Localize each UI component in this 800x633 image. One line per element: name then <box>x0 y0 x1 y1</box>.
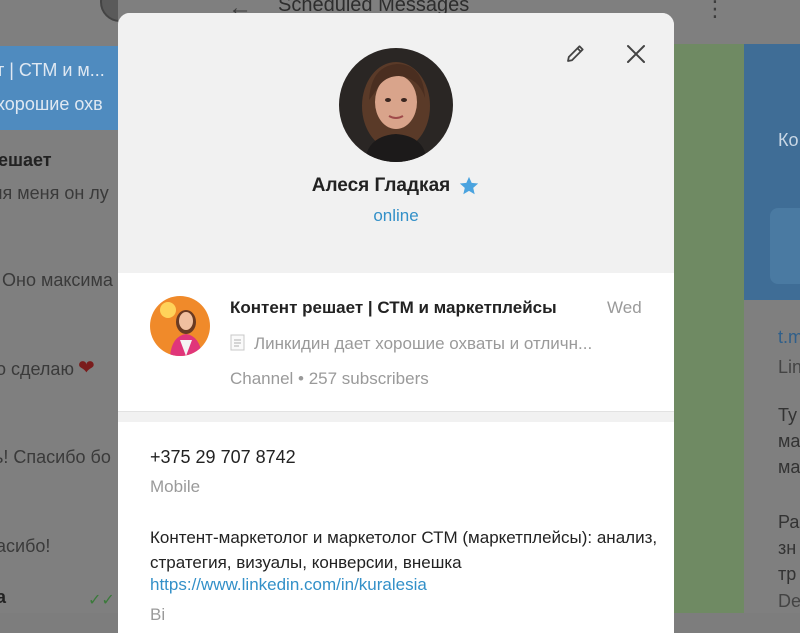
online-status: online <box>373 206 419 225</box>
user-profile-dialog: Алеся Гладкая online Контент решает | СТ… <box>118 13 674 633</box>
more-options-icon[interactable]: ⋮ <box>704 0 726 22</box>
info-text: Ту <box>778 405 797 425</box>
channel-name: Контент решает | СТМ и маркетплейсы <box>230 298 557 317</box>
linkedin-link[interactable]: https://www.linkedin.com/in/kuralesia <box>150 575 427 595</box>
message-text: асибо! <box>0 536 51 556</box>
channel-date: Wed <box>607 298 642 317</box>
phone-label: Mobile <box>150 477 201 496</box>
document-icon <box>230 334 245 351</box>
message-text: ешает <box>0 150 52 170</box>
chat-title: т | СТМ и м... <box>0 60 105 80</box>
chat-list-panel: т | СТМ и м... хорошие охв ешает ля меня… <box>0 0 118 613</box>
chat-preview: хорошие охв <box>0 94 103 114</box>
info-text: Lin <box>778 357 800 377</box>
info-action-button[interactable] <box>770 208 800 284</box>
right-info-panel: Ко t.m Lin Ту ма ма Ра зн тр De <box>744 0 800 613</box>
message-text: о сделаю <box>0 359 74 379</box>
info-text: ма <box>778 431 800 451</box>
profile-name: Алеся Гладкая <box>311 175 451 196</box>
channel-preview-text: Линкидин дает хорошие охваты и отличн... <box>254 334 593 353</box>
pencil-icon <box>567 45 584 62</box>
message-text: ь! Спасибо бо <box>0 447 111 467</box>
phone-number[interactable]: +375 29 707 8742 <box>150 447 296 468</box>
read-checkmarks-icon: ✓✓ <box>88 592 115 609</box>
info-text: De <box>778 591 800 611</box>
profile-header: Алеся Гладкая online <box>118 13 674 273</box>
message-text: Оно максима <box>2 270 113 290</box>
close-button[interactable] <box>621 39 651 69</box>
info-text: тр <box>778 564 797 584</box>
info-text: Ра <box>778 512 800 532</box>
section-divider <box>118 411 674 422</box>
bio-text: Контент-маркетолог и маркетолог СТМ (мар… <box>150 528 658 572</box>
channel-avatar <box>150 296 210 356</box>
message-text: а <box>0 587 7 607</box>
info-text: ма <box>778 457 800 477</box>
info-link: t.m <box>778 327 800 347</box>
info-title: Ко <box>778 130 799 150</box>
personal-channel-item[interactable]: Контент решает | СТМ и маркетплейсы Wed … <box>118 273 674 411</box>
profile-avatar[interactable] <box>339 48 453 162</box>
message-text: ля меня он лу <box>0 183 109 203</box>
edit-button[interactable] <box>560 39 590 69</box>
heart-emoji-icon: ❤ <box>78 357 95 379</box>
channel-subscribers: Channel • 257 subscribers <box>230 369 429 388</box>
info-text: зн <box>778 538 797 558</box>
bio-label: Bi <box>150 605 166 624</box>
star-icon <box>460 176 479 195</box>
close-icon <box>627 45 645 63</box>
channel-last-message: Линкидин дает хорошие охваты и отличн... <box>230 334 650 354</box>
profile-name-row: Алеся Гладкая <box>118 175 674 197</box>
chat-list-selected-item[interactable]: т | СТМ и м... хорошие охв <box>0 46 118 130</box>
